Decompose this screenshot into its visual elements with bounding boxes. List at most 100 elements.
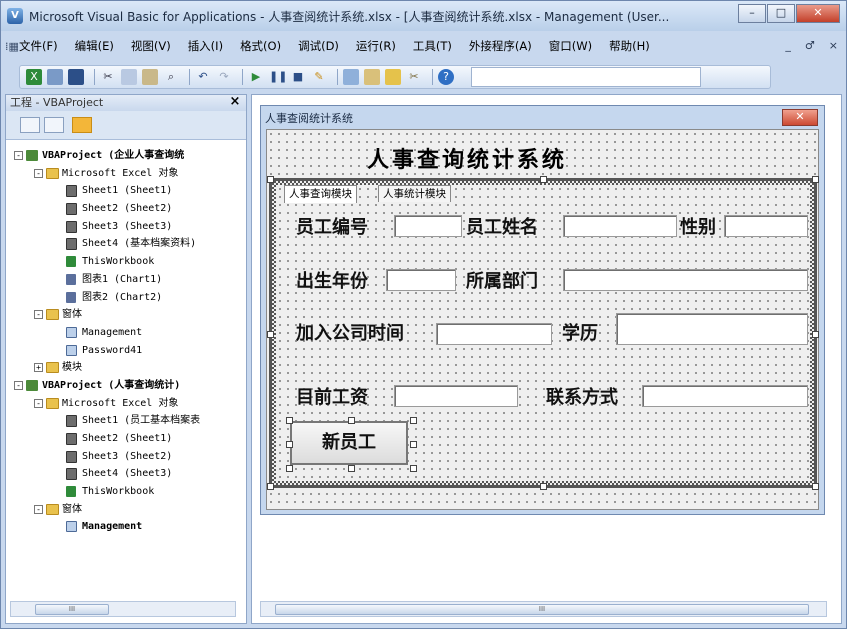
menu-run[interactable]: 运行(R) — [356, 38, 396, 54]
tab-query-module[interactable]: 人事查询模块 — [284, 185, 357, 203]
save-icon[interactable] — [68, 69, 84, 85]
collapse-icon[interactable]: - — [34, 310, 43, 320]
tree-node[interactable]: Sheet2 (Sheet1) — [12, 430, 244, 448]
project-scroll-thumb[interactable]: III — [35, 604, 109, 615]
close-button[interactable]: ✕ — [796, 4, 840, 23]
tree-node[interactable]: - VBAProject (人事查询统计) — [12, 377, 244, 395]
design-mode-icon[interactable]: ✎ — [311, 69, 327, 85]
redo-icon[interactable]: ↷ — [216, 69, 232, 85]
mdi-restore-button[interactable]: ♂ — [805, 39, 815, 52]
tree-node[interactable]: Sheet4 (基本档案资料) — [12, 235, 244, 253]
tree-node[interactable]: Sheet4 (Sheet3) — [12, 465, 244, 483]
new-employee-button[interactable]: 新员工 — [290, 421, 408, 465]
salary-field[interactable] — [394, 385, 518, 407]
designer-hscrollbar[interactable]: III — [260, 601, 827, 617]
selection-handle[interactable] — [286, 441, 293, 448]
selection-handle[interactable] — [410, 417, 417, 424]
view-code-icon[interactable] — [20, 117, 40, 133]
tree-node[interactable]: ThisWorkbook — [12, 253, 244, 271]
selection-handle[interactable] — [286, 417, 293, 424]
selection-handle[interactable] — [410, 465, 417, 472]
menu-window[interactable]: 窗口(W) — [549, 38, 592, 54]
collapse-icon[interactable]: - — [34, 398, 43, 408]
userform-close-button[interactable]: ✕ — [782, 109, 818, 126]
cut-icon[interactable]: ✂ — [100, 69, 116, 85]
tree-node[interactable]: - Microsoft Excel 对象 — [12, 395, 244, 413]
tree-node[interactable]: 图表1 (Chart1) — [12, 271, 244, 289]
properties-icon[interactable] — [364, 69, 380, 85]
tree-node[interactable]: Sheet3 (Sheet2) — [12, 448, 244, 466]
menu-file[interactable]: 文件(F) — [19, 38, 58, 54]
dept-field[interactable] — [563, 269, 808, 291]
help-icon[interactable]: ? — [438, 69, 454, 85]
menu-insert[interactable]: 插入(I) — [188, 38, 223, 54]
tree-node[interactable]: 图表2 (Chart2) — [12, 289, 244, 307]
designer-scroll-thumb[interactable]: III — [275, 604, 809, 615]
tree-node[interactable]: Sheet1 (Sheet1) — [12, 182, 244, 200]
project-panel-close-button[interactable]: × — [228, 95, 242, 109]
toolbox-icon[interactable]: ✂ — [406, 69, 422, 85]
selection-handle[interactable] — [410, 441, 417, 448]
run-icon[interactable]: ▶ — [248, 69, 264, 85]
join-date-field[interactable] — [436, 323, 552, 345]
paste-icon[interactable] — [142, 69, 158, 85]
birth-year-field[interactable] — [386, 269, 456, 291]
tree-node[interactable]: Sheet2 (Sheet2) — [12, 200, 244, 218]
expand-icon[interactable]: + — [34, 363, 43, 373]
tree-node[interactable]: Password41 — [12, 342, 244, 360]
undo-icon[interactable]: ↶ — [195, 69, 211, 85]
menu-edit[interactable]: 编辑(E) — [75, 38, 114, 54]
tree-node[interactable]: Management — [12, 518, 244, 536]
tree-node[interactable]: Sheet1 (员工基本档案表 — [12, 412, 244, 430]
excel-icon[interactable]: X — [26, 69, 42, 85]
menu-tools[interactable]: 工具(T) — [413, 38, 452, 54]
frame-selection-handle[interactable] — [540, 483, 547, 490]
object-browser-icon[interactable] — [385, 69, 401, 85]
maximize-button[interactable]: □ — [767, 4, 795, 23]
reset-icon[interactable]: ■ — [290, 69, 306, 85]
frame-selection-handle[interactable] — [267, 176, 274, 183]
collapse-icon[interactable]: - — [34, 168, 43, 178]
tree-node[interactable]: - VBAProject (企业人事查询统 — [12, 147, 244, 165]
menu-addins[interactable]: 外接程序(A) — [469, 38, 532, 54]
copy-icon[interactable] — [121, 69, 137, 85]
education-field[interactable] — [616, 313, 808, 345]
tree-node[interactable]: Sheet3 (Sheet3) — [12, 218, 244, 236]
find-icon[interactable]: ⌕ — [163, 69, 179, 85]
minimize-button[interactable]: – — [738, 4, 766, 23]
emp-name-field[interactable] — [563, 215, 677, 237]
menu-view[interactable]: 视图(V) — [131, 38, 171, 54]
tree-node[interactable]: - 窗体 — [12, 501, 244, 519]
frame-selection-handle[interactable] — [812, 483, 819, 490]
frame-selection-handle[interactable] — [540, 176, 547, 183]
menu-format[interactable]: 格式(O) — [240, 38, 281, 54]
collapse-icon[interactable]: - — [34, 504, 43, 514]
mdi-minimize-button[interactable]: _ — [785, 39, 791, 52]
frame-selection-handle[interactable] — [267, 331, 274, 338]
view-object-icon[interactable] — [44, 117, 64, 133]
frame-selection-handle[interactable] — [812, 176, 819, 183]
selection-handle[interactable] — [348, 465, 355, 472]
menu-debug[interactable]: 调试(D) — [298, 38, 339, 54]
insert-userform-icon[interactable] — [47, 69, 63, 85]
frame-selection-handle[interactable] — [267, 483, 274, 490]
project-hscrollbar[interactable]: III — [10, 601, 236, 617]
frame-selection-handle[interactable] — [812, 331, 819, 338]
tree-node[interactable]: ThisWorkbook — [12, 483, 244, 501]
tree-node[interactable]: - Microsoft Excel 对象 — [12, 165, 244, 183]
tree-node[interactable]: Management — [12, 324, 244, 342]
toggle-folders-icon[interactable] — [72, 117, 92, 133]
emp-id-field[interactable] — [394, 215, 462, 237]
collapse-icon[interactable]: - — [14, 151, 23, 160]
collapse-icon[interactable]: - — [14, 380, 23, 390]
mdi-close-button[interactable]: × — [829, 39, 838, 52]
menu-help[interactable]: 帮助(H) — [609, 38, 650, 54]
contact-field[interactable] — [642, 385, 808, 407]
selection-handle[interactable] — [286, 465, 293, 472]
gender-field[interactable] — [724, 215, 808, 237]
tab-stats-module[interactable]: 人事统计模块 — [378, 185, 451, 202]
break-icon[interactable]: ❚❚ — [269, 69, 287, 85]
project-explorer-icon[interactable] — [343, 69, 359, 85]
tree-node[interactable]: + 模块 — [12, 359, 244, 377]
tree-node[interactable]: - 窗体 — [12, 306, 244, 324]
